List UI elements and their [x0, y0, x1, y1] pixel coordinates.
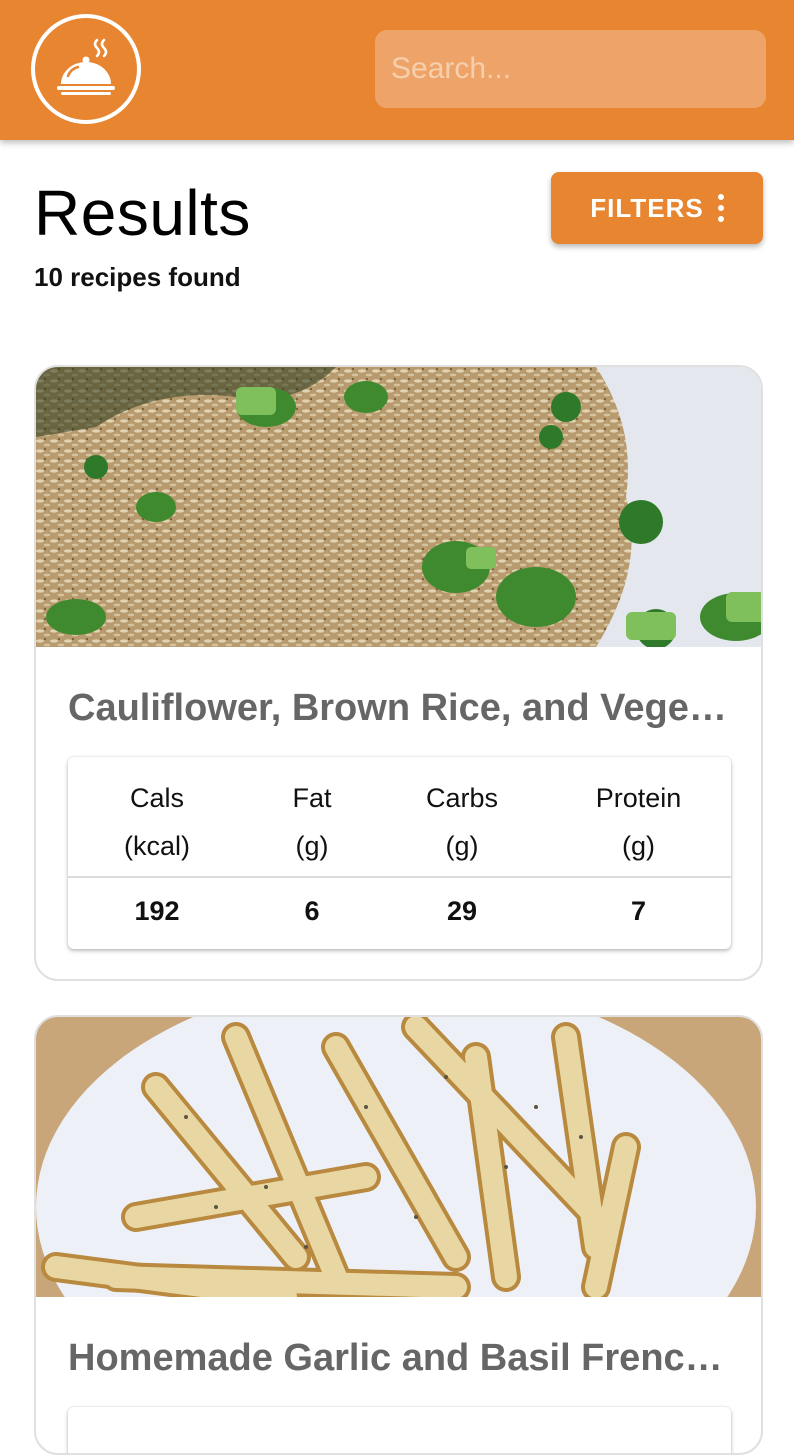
nutrition-header-carbs: Carbs (g) [378, 757, 546, 878]
nutrition-value-cals: 192 [134, 896, 180, 926]
recipe-card[interactable]: Homemade Garlic and Basil French Fries [34, 1015, 763, 1455]
filters-button[interactable]: FILTERS [551, 172, 763, 244]
fried-rice-photo [36, 367, 761, 647]
nutrition-header-cals: Cals (kcal) [68, 757, 246, 878]
nutrition-table: Cals (kcal) Fat (g) Carbs (g) Protein (g) 19… [68, 757, 731, 949]
french-fries-photo [36, 1017, 761, 1297]
app-bar [0, 0, 794, 140]
nutrition-value-fat: 6 [304, 896, 320, 926]
food-cloche-icon [57, 38, 115, 95]
nutrition-value-protein: 7 [630, 896, 647, 926]
recipe-image [36, 367, 761, 647]
nutrition-table [68, 1407, 731, 1453]
nutrition-value-carbs: 29 [446, 896, 478, 926]
results-count: 10 recipes found [34, 262, 241, 292]
nutrition-header-protein: Protein (g) [546, 757, 731, 878]
recipe-image [36, 1017, 761, 1297]
more-vertical-icon [717, 194, 724, 222]
app-logo[interactable] [31, 14, 141, 124]
table-row: 192 6 29 7 [68, 877, 731, 945]
recipe-title[interactable]: Cauliflower, Brown Rice, and Vegetable F… [68, 687, 733, 730]
recipe-card[interactable]: Cauliflower, Brown Rice, and Vegetable F… [34, 365, 763, 981]
search-input[interactable] [375, 30, 766, 108]
filters-label: FILTERS [590, 192, 704, 223]
recipe-title[interactable]: Homemade Garlic and Basil French Fries [68, 1337, 733, 1380]
nutrition-header-fat: Fat (g) [246, 757, 378, 878]
page-title: Results [34, 177, 251, 249]
